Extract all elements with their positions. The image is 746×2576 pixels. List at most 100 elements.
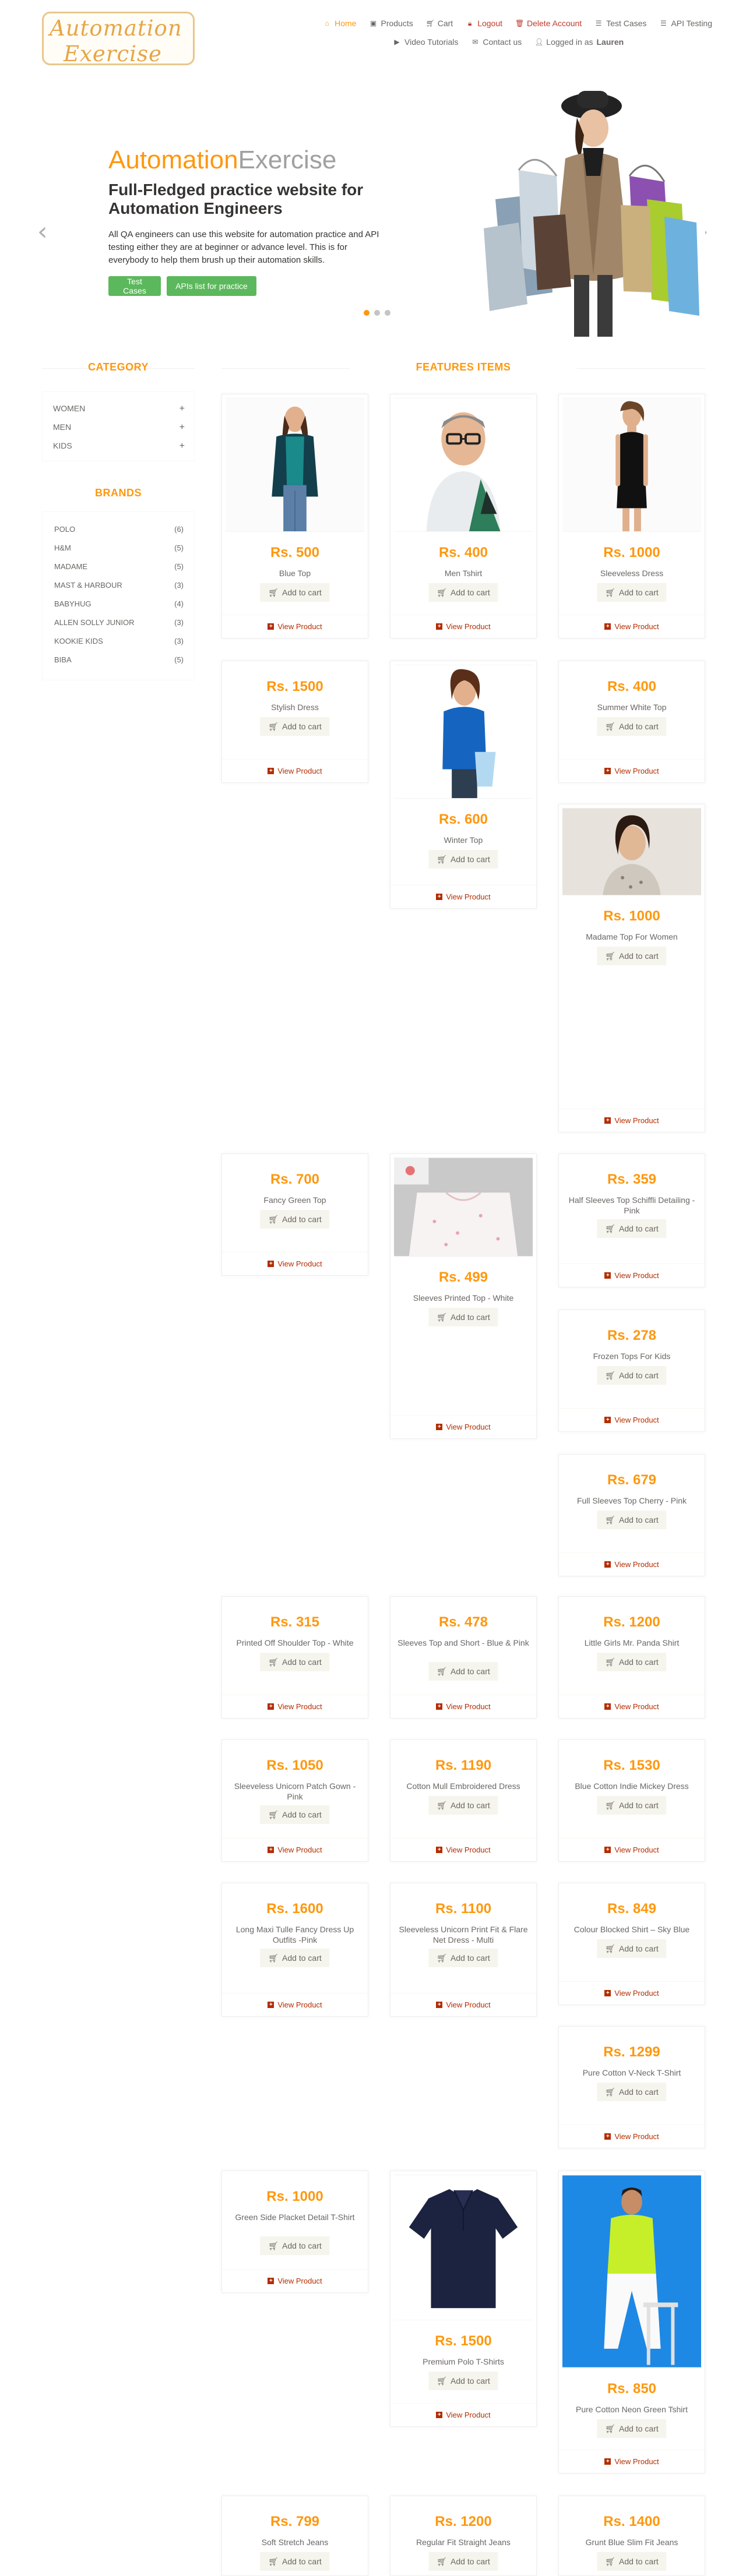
add-to-cart-button[interactable]: 🛒︎ Add to cart [260,2236,330,2255]
add-to-cart-button[interactable]: 🛒︎ Add to cart [428,1308,498,1326]
add-to-cart-button[interactable]: 🛒︎ Add to cart [428,1949,498,1967]
add-to-cart-button[interactable]: 🛒︎ Add to cart [597,2552,667,2571]
nav-video-tutorials[interactable]: ▶ Video Tutorials [393,34,458,50]
add-to-cart-button[interactable]: 🛒︎ Add to cart [597,583,667,602]
view-product-link[interactable]: + View Product [559,615,705,638]
view-product-link[interactable]: + View Product [390,885,536,908]
view-product-link[interactable]: + View Product [222,1252,368,1275]
view-product-link[interactable]: + View Product [559,1981,705,2005]
add-to-cart-button[interactable]: 🛒︎ Add to cart [428,583,498,602]
view-product-link[interactable]: + View Product [222,1695,368,1718]
add-to-cart-button[interactable]: 🛒︎ Add to cart [428,2372,498,2390]
view-product-link[interactable]: + View Product [390,1838,536,1861]
brand-item[interactable]: Polo (6) [54,525,184,534]
site-logo[interactable]: Automation Exercise [42,12,195,66]
brand-item[interactable]: Madame (5) [54,562,184,571]
product-name: Men Tshirt [444,569,483,578]
add-to-cart-button[interactable]: 🛒︎ Add to cart [597,2419,667,2438]
plus-icon[interactable]: + [180,422,185,433]
view-product-link[interactable]: + View Product [559,1408,705,1431]
nav-api-testing[interactable]: ☰ API Testing [659,15,712,31]
nav-contact-us[interactable]: ✉ Contact us [471,34,522,50]
nav-cart[interactable]: 🛒︎ Cart [426,15,453,31]
slider-dot-active[interactable] [364,310,370,316]
brand-item[interactable]: Kookie Kids (3) [54,637,184,645]
add-to-cart-button[interactable]: 🛒︎ Add to cart [428,2552,498,2571]
product-name: Cotton Mull Embroidered Dress [406,1781,520,1791]
brand-item[interactable]: Biba (5) [54,655,184,664]
nav-test-cases[interactable]: ☰ Test Cases [594,15,647,31]
view-product-link[interactable]: + View Product [390,1993,536,2016]
brand-item[interactable]: Babyhug (4) [54,599,184,608]
plus-icon[interactable]: + [180,441,185,451]
view-product-link[interactable]: + View Product [222,615,368,638]
view-product-link[interactable]: + View Product [559,2450,705,2473]
nav-delete-account[interactable]: 🗑︎ Delete Account [515,15,582,31]
view-product-link[interactable]: + View Product [559,1109,705,1132]
view-product-link[interactable]: + View Product [559,1695,705,1718]
cart-icon: 🛒︎ [605,1370,616,1380]
add-to-cart-button[interactable]: 🛒︎ Add to cart [260,583,330,602]
test-cases-button[interactable]: Test Cases [108,276,161,296]
add-to-cart-button[interactable]: 🛒︎ Add to cart [597,717,667,736]
plus-icon[interactable]: + [180,404,185,414]
view-product-link[interactable]: + View Product [222,1993,368,2016]
category-women[interactable]: Women + [53,404,185,414]
view-product-link[interactable]: + View Product [559,1838,705,1861]
category-men[interactable]: Men + [53,422,185,433]
view-product-link[interactable]: + View Product [559,1552,705,1576]
product-price: Rs. 1000 [603,545,660,560]
category-kids[interactable]: Kids + [53,441,185,451]
slider-dot[interactable] [385,310,390,316]
add-to-cart-button[interactable]: 🛒︎ Add to cart [597,1511,667,1529]
plus-square-icon: + [268,2002,275,2008]
apis-list-button[interactable]: APIs list for practice [167,276,256,296]
view-product-link[interactable]: + View Product [390,615,536,638]
add-to-cart-button[interactable]: 🛒︎ Add to cart [597,2083,667,2101]
add-to-cart-button[interactable]: 🛒︎ Add to cart [260,1949,330,1967]
add-to-cart-button[interactable]: 🛒︎ Add to cart [260,1805,330,1824]
slider-prev-icon[interactable]: ‹ [37,217,48,246]
product-name: Green Side Placket Detail T-Shirt [235,2212,355,2222]
plus-square-icon: + [604,1272,611,1279]
add-to-cart-button[interactable]: 🛒︎ Add to cart [597,1653,667,1671]
nav-logout[interactable]: 🔒︎ Logout [466,15,502,31]
add-to-cart-button[interactable]: 🛒︎ Add to cart [428,850,498,869]
view-product-link[interactable]: + View Product [222,1838,368,1861]
nav-home[interactable]: ⌂ Home [323,15,357,31]
product-card: Rs. 1100 Sleeveless Unicorn Print Fit & F… [390,1883,537,2017]
add-to-cart-button[interactable]: 🛒︎ Add to cart [260,1210,330,1229]
add-to-cart-button[interactable]: 🛒︎ Add to cart [597,1219,667,1238]
cart-icon: 🛒︎ [605,1800,616,1810]
product-name: Sleeves Top and Short - Blue & Pink [397,1638,529,1647]
view-product-link[interactable]: + View Product [390,1415,536,1438]
nav-products[interactable]: ▣ Products [369,15,413,31]
view-product-link[interactable]: + View Product [390,1695,536,1718]
add-to-cart-button[interactable]: 🛒︎ Add to cart [428,1662,498,1681]
add-to-cart-button[interactable]: 🛒︎ Add to cart [428,1796,498,1815]
product-image [562,2175,701,2368]
brand-item[interactable]: Allen Solly Junior (3) [54,618,184,627]
plus-square-icon: + [436,1703,443,1710]
product-name: Winter Top [444,835,483,845]
add-to-cart-button[interactable]: 🛒︎ Add to cart [597,947,667,965]
add-to-cart-button[interactable]: 🛒︎ Add to cart [260,2552,330,2571]
cart-icon: 🛒︎ [268,1657,279,1667]
add-to-cart-button[interactable]: 🛒︎ Add to cart [597,1366,667,1385]
slider-dot[interactable] [374,310,380,316]
view-product-link[interactable]: + View Product [559,759,705,782]
view-product-link[interactable]: + View Product [559,2125,705,2148]
add-to-cart-button[interactable]: 🛒︎ Add to cart [597,1796,667,1815]
add-to-cart-button[interactable]: 🛒︎ Add to cart [260,1653,330,1671]
brand-item[interactable]: Mast & Harbour (3) [54,581,184,590]
add-to-cart-button[interactable]: 🛒︎ Add to cart [597,1939,667,1958]
cart-icon: 🛒︎ [605,1515,616,1525]
plus-square-icon: + [604,1703,611,1710]
view-product-link[interactable]: + View Product [222,2269,368,2292]
products-icon: ▣ [370,19,377,27]
view-product-link[interactable]: + View Product [559,1264,705,1287]
brand-item[interactable]: H&M (5) [54,544,184,552]
view-product-link[interactable]: + View Product [390,2403,536,2426]
add-to-cart-button[interactable]: 🛒︎ Add to cart [260,717,330,736]
view-product-link[interactable]: + View Product [222,759,368,782]
